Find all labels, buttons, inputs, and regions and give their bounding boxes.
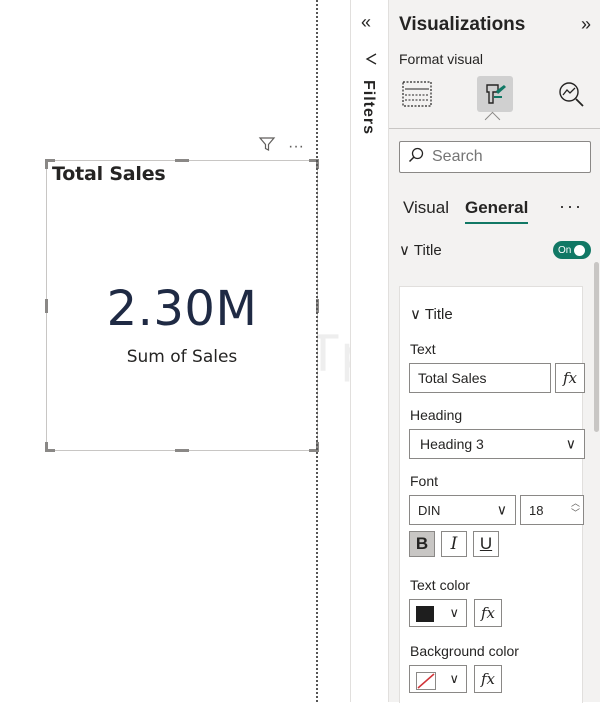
canvas-divider [316,0,318,702]
format-tabs: Visual General [403,198,529,224]
visualizations-pane: Visualizations » Format visual Search Vi… [388,0,600,703]
no-color-swatch [416,672,436,690]
chevron-down-icon: ∨ [449,605,459,620]
funnel-icon [364,52,378,72]
fx-button[interactable]: fx [555,363,585,393]
resize-handle-top[interactable] [175,159,189,162]
visual-title: Total Sales [52,163,166,185]
toggle-knob [574,244,586,256]
font-family-value: DIN [418,502,441,518]
toggle-label: On [558,244,572,256]
search-box[interactable] [399,141,591,173]
double-chevron-right-icon[interactable]: » [581,14,591,35]
resize-handle-bottom-left-v[interactable] [45,442,48,452]
section-label-text: Title [413,242,442,259]
more-options-icon[interactable]: ··· [288,138,304,156]
card-value: 2.30M [106,281,258,337]
filters-label[interactable]: Filters [359,80,377,135]
tab-visual[interactable]: Visual [403,198,449,224]
more-options-icon[interactable]: ··· [559,196,583,217]
underline-button[interactable]: U [473,531,499,557]
analytics-icon[interactable] [553,76,589,112]
font-size-value: 18 [529,502,544,518]
build-visual-icon[interactable] [399,76,435,112]
text-label: Text [410,341,436,357]
title-text-value: Total Sales [418,370,487,386]
pane-subtitle: Format visual [399,51,484,67]
title-text-input[interactable]: Total Sales [409,363,551,393]
filters-pane-collapsed[interactable]: « Filters [350,0,389,702]
title-settings-card: ∨ Title Text Total Sales fx Heading Head… [399,286,585,703]
search-input[interactable] [430,147,584,167]
font-size-stepper[interactable]: 18 ︿ ﹀ [520,495,584,525]
format-paint-icon[interactable] [477,76,513,112]
card-subsection-header[interactable]: ∨ Title [410,305,453,323]
visual-header: ··· [258,135,304,158]
text-color-picker[interactable]: ∨ [409,599,467,627]
section-label: ∨ Title [399,241,442,259]
font-label: Font [410,473,439,489]
chevron-down-icon: ∨ [410,306,421,323]
heading-dropdown[interactable]: Heading 3 ∨ [409,429,585,459]
pane-scrollbar[interactable] [594,262,599,432]
report-canvas: javaTpoint ··· Total Sales 2.30M Sum of … [0,0,476,702]
card-subsection-label: Title [424,306,453,323]
double-chevron-left-icon[interactable]: « [361,12,371,33]
italic-button[interactable]: I [441,531,467,557]
card-value-label: Sum of Sales [126,347,238,367]
pane-title: Visualizations [399,14,526,35]
fx-button[interactable]: fx [474,599,502,627]
resize-handle-left[interactable] [45,299,48,313]
search-icon [408,147,424,168]
background-color-label: Background color [410,643,519,659]
chevron-down-icon: ∨ [496,501,507,518]
heading-label: Heading [410,407,463,423]
background-color-picker[interactable]: ∨ [409,665,467,693]
text-color-label: Text color [410,577,470,593]
chevron-down-icon: ∨ [449,671,459,686]
filter-icon[interactable] [258,135,276,158]
resize-handle-top-left-v[interactable] [45,159,48,169]
chevron-down-icon: ∨ [565,435,576,452]
fx-button[interactable]: fx [474,665,502,693]
tab-general[interactable]: General [465,198,529,224]
card-visual[interactable]: Total Sales 2.30M Sum of Sales [45,159,319,452]
chevron-down-icon: ∨ [399,242,410,259]
active-tool-pointer [484,111,501,128]
pane-separator [389,128,600,129]
stepper-arrows-icon[interactable]: ︿ ﹀ [571,498,580,518]
heading-value: Heading 3 [420,436,484,452]
resize-handle-bottom[interactable] [175,449,189,452]
title-toggle[interactable]: On [553,241,591,259]
bold-button[interactable]: B [409,531,435,557]
font-family-dropdown[interactable]: DIN ∨ [409,495,516,525]
color-swatch [416,606,434,622]
title-section-header[interactable]: ∨ Title On [399,241,591,259]
